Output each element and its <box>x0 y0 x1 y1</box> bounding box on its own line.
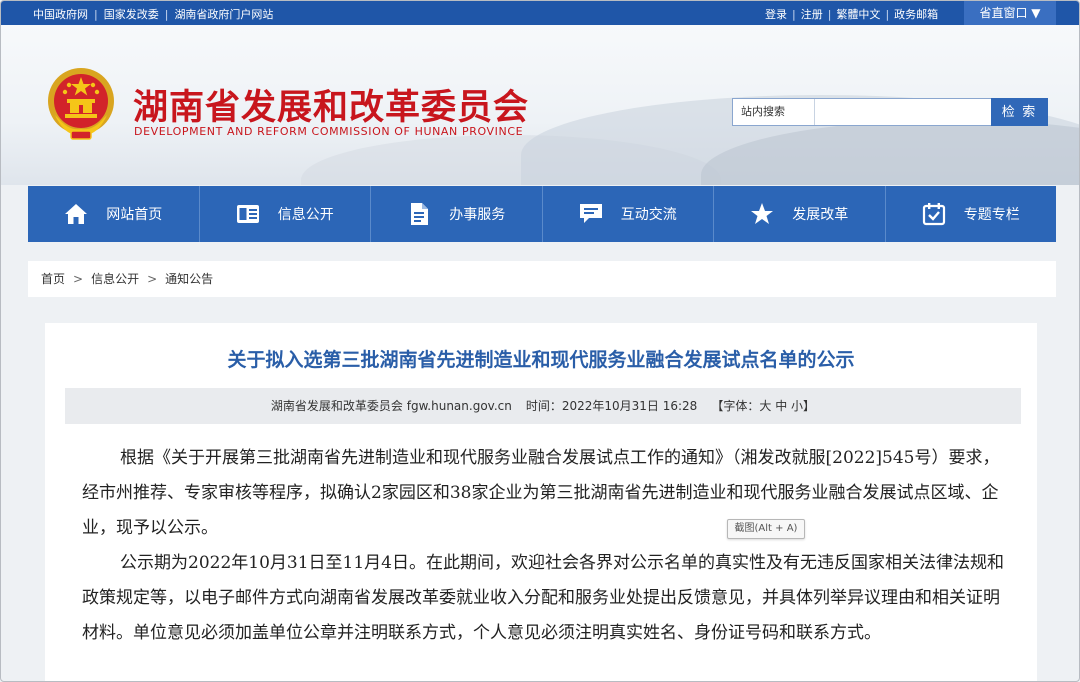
star-icon <box>751 203 774 224</box>
chat-icon <box>579 204 602 223</box>
site-search: 站内搜索 检 索 <box>732 98 1048 126</box>
document-icon <box>411 203 429 225</box>
top-links: 中国政府网 | 国家发改委 | 湖南省政府门户网站 <box>33 8 274 21</box>
article-panel: 关于拟入选第三批湖南省先进制造业和现代服务业融合发展试点名单的公示 湖南省发展和… <box>45 323 1037 681</box>
site-subtitle-en: DEVELOPMENT AND REFORM COMMISSION OF HUN… <box>134 125 524 138</box>
gov-mail-link[interactable]: 政务邮箱 <box>894 8 938 21</box>
breadcrumb-notices[interactable]: 通知公告 <box>165 272 213 286</box>
nav-home[interactable]: 网站首页 <box>28 186 200 242</box>
font-size-suffix: 】 <box>803 399 816 413</box>
nav-label: 发展改革 <box>792 207 849 223</box>
nav-services[interactable]: 办事服务 <box>371 186 543 242</box>
nav-label: 专题专栏 <box>963 207 1020 223</box>
article-body: 根据《关于开展第三批湖南省先进制造业和现代服务业融合发展试点工作的通知》（湘发改… <box>82 441 1012 651</box>
link-ndrc[interactable]: 国家发改委 <box>104 8 159 21</box>
article-paragraph: 公示期为2022年10月31日至11月4日。在此期间，欢迎社会各界对公示名单的真… <box>82 546 1012 651</box>
font-large-button[interactable]: 大 <box>759 399 771 413</box>
font-medium-button[interactable]: 中 <box>775 399 787 413</box>
home-icon <box>65 204 88 224</box>
article-paragraph: 根据《关于开展第三批湖南省先进制造业和现代服务业融合发展试点工作的通知》（湘发改… <box>82 441 1012 546</box>
nav-special-topics[interactable]: 专题专栏 <box>886 186 1057 242</box>
article-title: 关于拟入选第三批湖南省先进制造业和现代服务业融合发展试点名单的公示 <box>227 349 855 371</box>
breadcrumb-home[interactable]: 首页 <box>41 272 65 286</box>
traditional-chinese-link[interactable]: 繁體中文 <box>836 8 880 21</box>
province-window-dropdown[interactable]: 省直窗口 ▼ <box>964 1 1056 25</box>
link-hunan-gov[interactable]: 湖南省政府门户网站 <box>174 8 273 21</box>
search-label: 站内搜索 <box>733 99 815 125</box>
login-link[interactable]: 登录 <box>765 8 787 21</box>
article-time: 时间：2022年10月31日 16:28 <box>525 399 698 413</box>
national-emblem-icon <box>48 68 114 140</box>
nav-development-reform[interactable]: 发展改革 <box>714 186 886 242</box>
search-input[interactable] <box>816 99 990 125</box>
search-button[interactable]: 检 索 <box>991 98 1048 126</box>
font-small-button[interactable]: 小 <box>791 399 803 413</box>
top-bar: 中国政府网 | 国家发改委 | 湖南省政府门户网站 登录 | 注册 | 繁體中文 | 政务邮箱 省直… <box>1 1 1079 25</box>
site-title: 湖南省发展和改革委员会 <box>133 88 530 128</box>
site-header: 湖南省发展和改革委员会 DEVELOPMENT AND REFORM COMMI… <box>1 25 1079 185</box>
nav-label: 互动交流 <box>620 207 677 223</box>
nav-label: 办事服务 <box>449 207 506 223</box>
register-link[interactable]: 注册 <box>801 8 823 21</box>
info-card-icon <box>236 205 259 223</box>
main-nav: 网站首页 信息公开 办事服务 互动交流 发展改革 专题专栏 <box>28 186 1056 242</box>
font-size-prefix: 【字体： <box>711 399 760 413</box>
browser-page: 中国政府网 | 国家发改委 | 湖南省政府门户网站 登录 | 注册 | 繁體中文 | 政务邮箱 省直… <box>0 0 1080 682</box>
calendar-check-icon <box>922 203 945 226</box>
breadcrumb-info[interactable]: 信息公开 <box>91 272 139 286</box>
article-meta: 湖南省发展和改革委员会 fgw.hunan.gov.cn 时间：2022年10月3… <box>65 388 1021 424</box>
breadcrumb: 首页 > 信息公开 > 通知公告 <box>28 261 1056 297</box>
top-right-links: 登录 | 注册 | 繁體中文 | 政务邮箱 <box>765 8 939 21</box>
screenshot-tooltip: 截图(Alt + A) <box>727 519 805 539</box>
link-gov-cn[interactable]: 中国政府网 <box>33 8 88 21</box>
article-source: 湖南省发展和改革委员会 fgw.hunan.gov.cn <box>270 399 512 413</box>
nav-info-disclosure[interactable]: 信息公开 <box>200 186 371 242</box>
nav-interaction[interactable]: 互动交流 <box>543 186 714 242</box>
nav-label: 网站首页 <box>106 207 163 223</box>
paragraph-text: 根据《关于开展第三批湖南省先进制造业和现代服务业融合发展试点工作的通知》（湘发改… <box>82 448 1000 538</box>
nav-label: 信息公开 <box>277 207 334 223</box>
paragraph-text: 公示期为2022年10月31日至11月4日。在此期间，欢迎社会各界对公示名单的真… <box>82 553 1004 643</box>
